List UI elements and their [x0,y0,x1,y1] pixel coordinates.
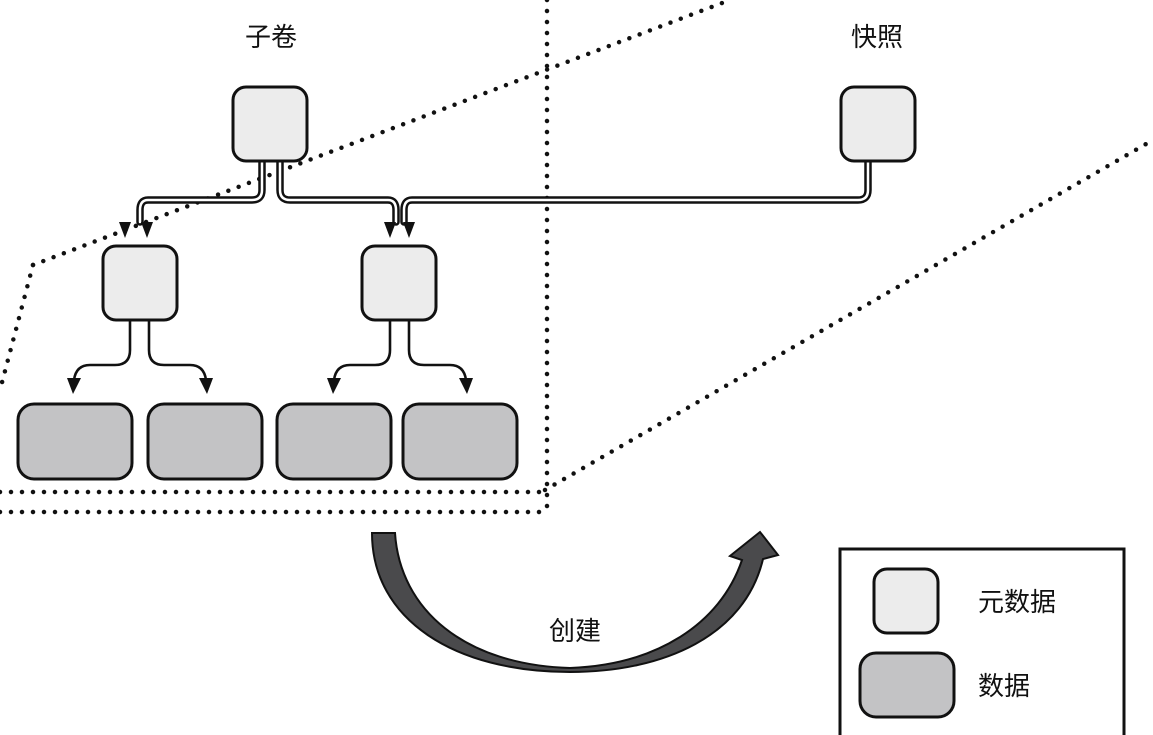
arrowhead [384,222,396,238]
legend-metadata-swatch [872,567,940,635]
left-child-metadata-node [101,244,179,322]
subvolume-root-pointer-right [276,156,400,226]
arrowhead [67,378,81,394]
subvolume-title: 子卷 [245,23,297,53]
snapshot-title: 快照 [851,23,903,53]
legend: 元数据 数据 [838,547,1126,735]
data-block [16,402,134,481]
create-arrow [370,530,780,674]
right-child-pointer-right [407,318,468,382]
left-child-pointer-left [72,318,132,382]
legend-metadata-label: 元数据 [978,588,1056,618]
right-child-pointer-left [332,318,392,382]
arrowhead [403,222,415,238]
subvolume-root-metadata-node [231,85,309,163]
arrowhead [459,378,473,394]
right-child-metadata-node [360,244,438,322]
subvolume-root-pointer-left [136,156,266,226]
arrowhead [327,378,341,394]
snapshot-root-metadata-node [839,85,917,163]
arrowhead [141,222,153,238]
snapshot-diagram: 子卷 快照 创建 元数据 数据 [0,0,1153,735]
data-block [146,402,264,481]
arrowhead [199,378,213,394]
data-block [275,402,393,481]
left-child-pointer-right [147,318,208,382]
legend-data-swatch [858,651,956,719]
create-label: 创建 [549,617,601,647]
data-block [401,402,519,481]
snapshot-root-pointer [400,156,872,226]
legend-data-label: 数据 [978,672,1030,702]
arrowhead [119,222,131,238]
